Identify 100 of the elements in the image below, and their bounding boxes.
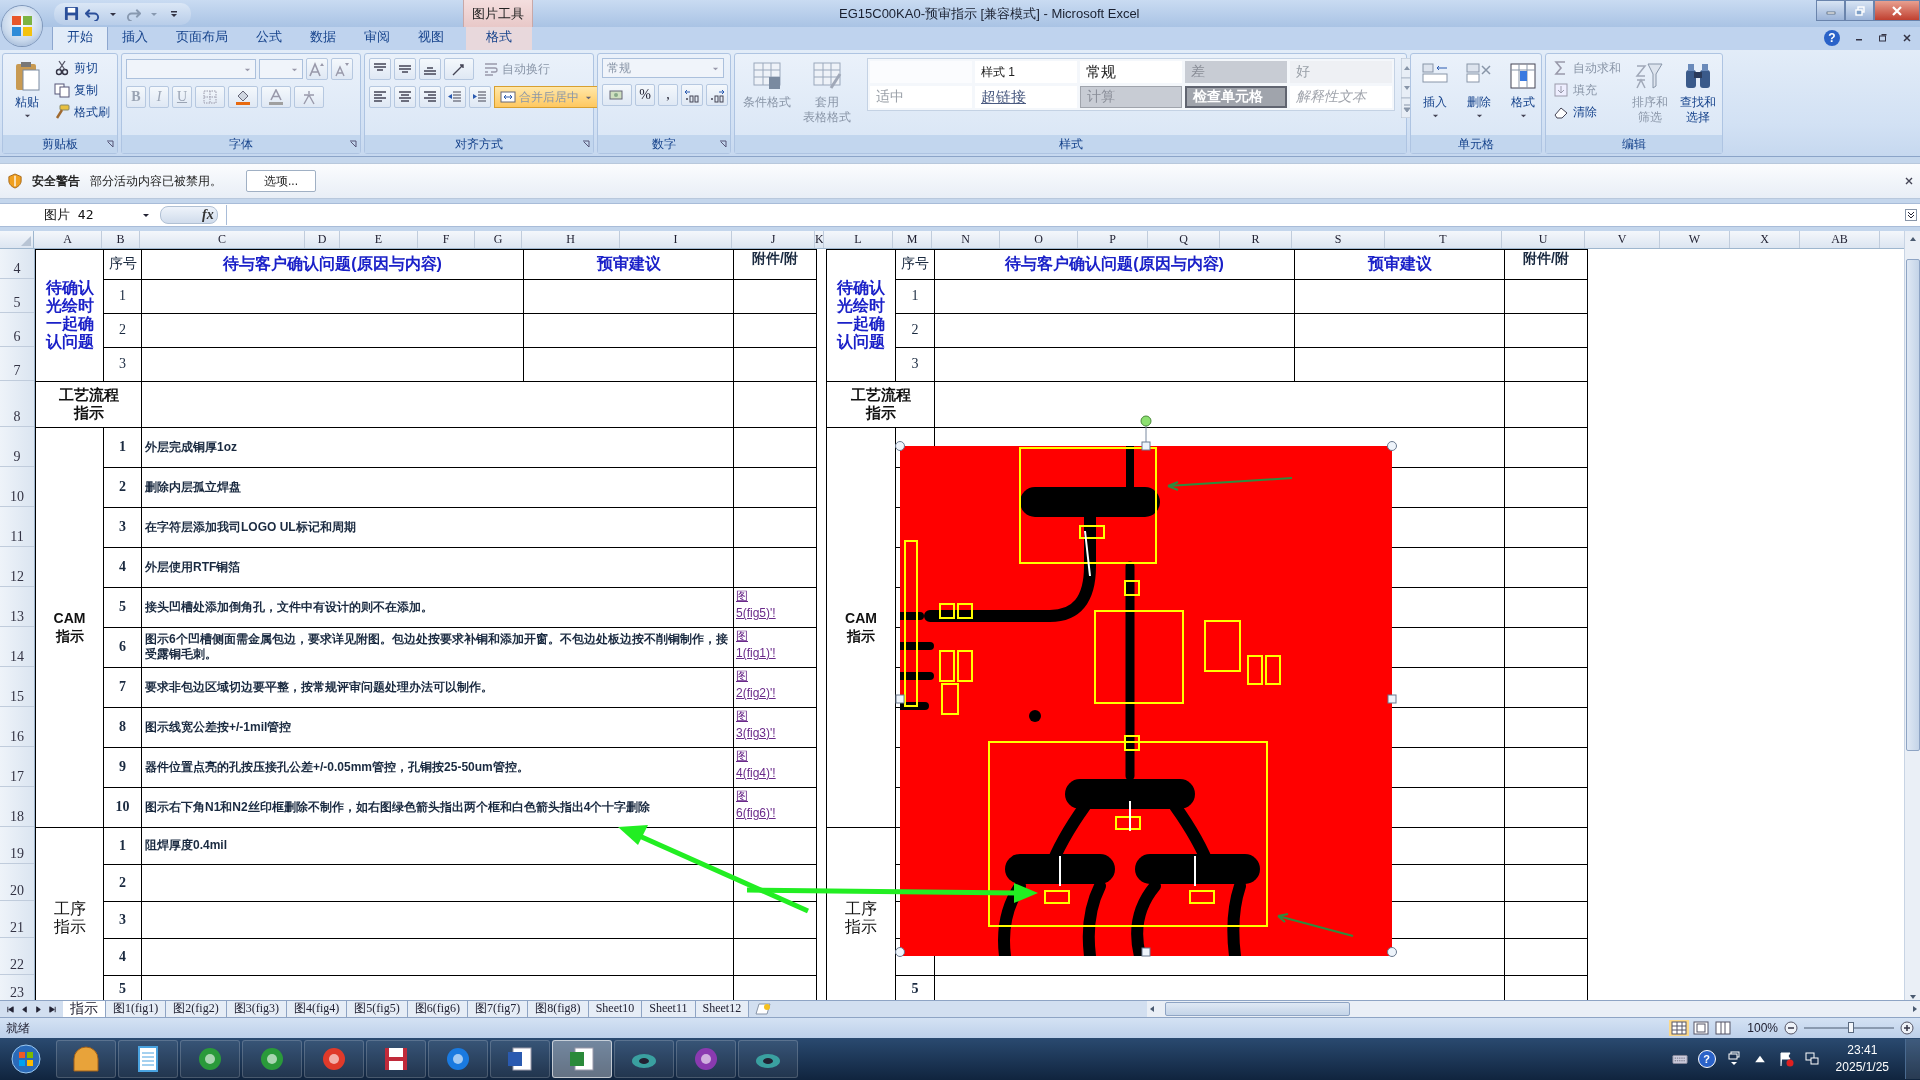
ribbon-tab[interactable]: 数据	[296, 25, 350, 50]
cell-style-option[interactable]: 常规	[1080, 61, 1182, 83]
column-header[interactable]: K	[815, 231, 824, 248]
ribbon-button[interactable]: 查找和 选择	[1676, 58, 1720, 127]
ribbon-button[interactable]: 格式	[1503, 58, 1543, 121]
column-header[interactable]: N	[932, 231, 1000, 248]
ribbon-tab[interactable]: 插入	[108, 25, 162, 50]
page-break-view-icon[interactable]	[1713, 1020, 1734, 1037]
align-button[interactable]	[394, 86, 416, 108]
row-header[interactable]: 10	[0, 467, 34, 507]
align-button[interactable]	[369, 58, 391, 80]
close-button[interactable]	[1874, 0, 1920, 21]
ribbon-button[interactable]: 剪切	[51, 58, 113, 78]
office-button[interactable]	[2, 6, 42, 46]
increase-decimal-button[interactable]	[681, 84, 703, 106]
column-header[interactable]: B	[102, 231, 140, 248]
column-header[interactable]: P	[1078, 231, 1148, 248]
column-header[interactable]: V	[1585, 231, 1660, 248]
dialog-launcher-icon[interactable]	[106, 140, 114, 148]
sheet-tab[interactable]: Sheet10	[588, 1001, 643, 1018]
column-header[interactable]: U	[1502, 231, 1585, 248]
sheet-tab[interactable]: 指示	[63, 1001, 106, 1018]
number-style-button[interactable]: ,	[658, 84, 678, 106]
sheet-tab[interactable]: 图2(fig2)	[166, 1001, 227, 1018]
decrease-decimal-button[interactable]	[706, 84, 728, 106]
network-icon[interactable]	[1803, 1051, 1820, 1067]
ribbon-button[interactable]: 复制	[51, 80, 113, 100]
font-color-button[interactable]	[261, 86, 291, 108]
row-header[interactable]: 22	[0, 938, 34, 975]
column-header[interactable]: H	[522, 231, 620, 248]
minimize-button[interactable]	[1816, 0, 1845, 21]
pcb-layout-image[interactable]	[900, 446, 1392, 956]
sheet-tab[interactable]: 图5(fig5)	[347, 1001, 408, 1018]
rotate-handle[interactable]	[1140, 415, 1152, 427]
column-header[interactable]: J	[732, 231, 815, 248]
restore-button[interactable]	[1845, 0, 1874, 21]
resize-handle[interactable]	[1387, 694, 1397, 704]
row-header[interactable]: 14	[0, 627, 34, 667]
paste-button[interactable]: 粘贴	[7, 58, 47, 121]
formula-bar-grip[interactable]	[160, 206, 218, 225]
column-header[interactable]: M	[893, 231, 932, 248]
indent-button[interactable]	[469, 86, 491, 108]
indent-button[interactable]	[444, 86, 466, 108]
ribbon-tab[interactable]: 视图	[404, 25, 458, 50]
normal-view-icon[interactable]	[1669, 1020, 1690, 1037]
sheet-tab[interactable]: 图6(fig6)	[407, 1001, 468, 1018]
ribbon-tab[interactable]: 页面布局	[162, 25, 242, 50]
dialog-launcher-icon[interactable]	[582, 140, 590, 148]
name-box[interactable]: 图片 42	[0, 206, 150, 225]
sheet-nav-icon[interactable]	[48, 1004, 57, 1014]
row-header[interactable]: 11	[0, 507, 34, 547]
grow-font-button[interactable]	[306, 58, 328, 80]
column-header[interactable]: W	[1660, 231, 1730, 248]
font-size-field[interactable]	[259, 59, 303, 79]
align-button[interactable]	[419, 86, 441, 108]
close-icon[interactable]	[1904, 176, 1914, 187]
column-header[interactable]: F	[418, 231, 475, 248]
sheet-tab[interactable]: 图8(fig8)	[528, 1001, 589, 1018]
ribbon-button[interactable]: 格式刷	[51, 102, 113, 122]
zoom-in-icon[interactable]	[1900, 1021, 1914, 1036]
restore-icon[interactable]	[1878, 33, 1888, 43]
help-button[interactable]: ?	[1697, 1050, 1716, 1068]
sheet-nav-icon[interactable]	[6, 1004, 15, 1014]
taskbar-app-button[interactable]	[118, 1040, 178, 1078]
orientation-button[interactable]	[444, 58, 474, 80]
row-header[interactable]: 6	[0, 313, 34, 347]
row-header[interactable]: 13	[0, 587, 34, 627]
taskbar-app-button[interactable]	[490, 1040, 550, 1078]
ribbon-button[interactable]: 插入	[1415, 58, 1455, 121]
ribbon-tab[interactable]: 公式	[242, 25, 296, 50]
align-button[interactable]	[419, 58, 441, 80]
sheet-tab[interactable]: Sheet11	[642, 1001, 696, 1018]
fill-color-button[interactable]	[228, 86, 258, 108]
page-layout-view-icon[interactable]	[1691, 1020, 1712, 1037]
expand-icon[interactable]	[1905, 209, 1917, 222]
sheet-tab[interactable]: 图4(fig4)	[287, 1001, 348, 1018]
clock-time[interactable]: 23:41	[1847, 1042, 1878, 1059]
taskbar-app-button[interactable]	[366, 1040, 426, 1078]
sheet-tab[interactable]: 图3(fig3)	[226, 1001, 287, 1018]
resize-handle[interactable]	[1141, 441, 1151, 451]
options-button[interactable]: 选项...	[246, 170, 316, 193]
window-switch-icon[interactable]	[1725, 1051, 1742, 1067]
flag-icon[interactable]	[1777, 1051, 1794, 1067]
column-header[interactable]: G	[475, 231, 522, 248]
zoom-level[interactable]: 100%	[1747, 1021, 1778, 1036]
column-header[interactable]: I	[620, 231, 732, 248]
resize-handle[interactable]	[895, 441, 905, 451]
taskbar-app-button[interactable]	[242, 1040, 302, 1078]
row-header[interactable]: 4	[0, 249, 34, 279]
slider-thumb[interactable]	[1847, 1022, 1854, 1034]
column-header[interactable]: L	[824, 231, 893, 248]
resize-handle[interactable]	[1141, 947, 1151, 957]
column-header[interactable]: A	[34, 231, 102, 248]
caret-icon[interactable]	[142, 211, 150, 220]
row-header[interactable]: 15	[0, 667, 34, 707]
row-header[interactable]: 16	[0, 707, 34, 747]
sheet-tab[interactable]: Sheet12	[695, 1001, 750, 1018]
column-header[interactable]: E	[340, 231, 418, 248]
ribbon-button[interactable]: 删除	[1459, 58, 1499, 121]
taskbar-app-button[interactable]	[304, 1040, 364, 1078]
